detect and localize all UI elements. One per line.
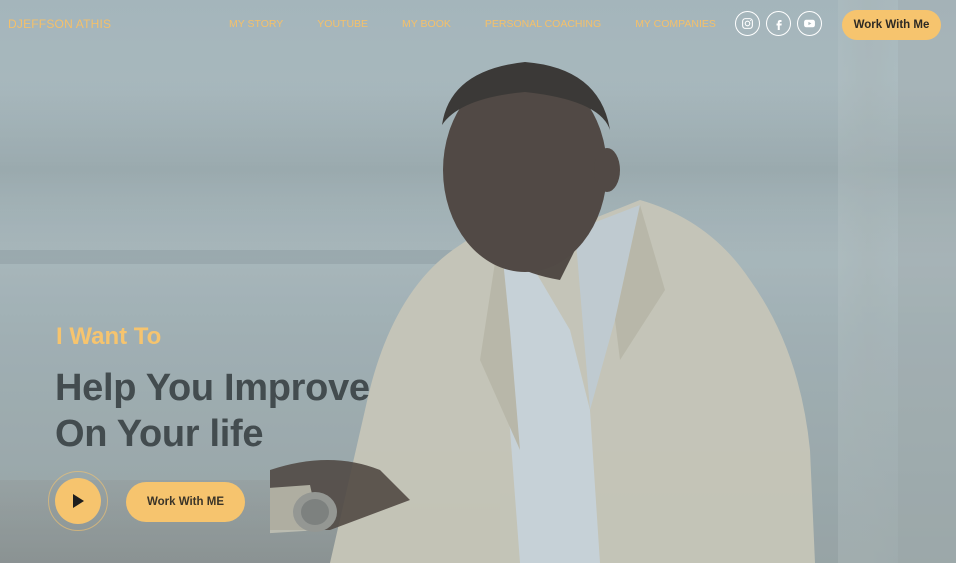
top-navigation: DJEFFSON ATHIS MY STORY YOUTUBE MY BOOK …: [0, 0, 956, 50]
hero-kicker: I Want To: [56, 323, 162, 350]
work-with-me-button[interactable]: Work With Me: [842, 10, 941, 40]
nav-item-my-companies[interactable]: MY COMPANIES: [635, 18, 716, 30]
nav-item-my-story[interactable]: MY STORY: [229, 18, 283, 30]
nav-item-personal-coaching[interactable]: PERSONAL COACHING: [485, 18, 601, 30]
play-icon: [73, 494, 84, 508]
social-links: [735, 11, 822, 36]
hero-headline: Help You Improve On Your life: [55, 365, 370, 457]
play-video-ring[interactable]: [48, 471, 108, 531]
hero-section: DJEFFSON ATHIS MY STORY YOUTUBE MY BOOK …: [0, 0, 956, 563]
color-overlay: [0, 0, 956, 563]
facebook-icon[interactable]: [766, 11, 791, 36]
youtube-icon[interactable]: [797, 11, 822, 36]
nav-item-my-book[interactable]: MY BOOK: [402, 18, 451, 30]
play-video-button[interactable]: [55, 478, 101, 524]
instagram-icon[interactable]: [735, 11, 760, 36]
nav-menu: MY STORY YOUTUBE MY BOOK PERSONAL COACHI…: [229, 18, 750, 30]
brand-logo-text[interactable]: DJEFFSON ATHIS: [8, 17, 111, 31]
hero-headline-line-2: On Your life: [55, 413, 264, 455]
nav-item-youtube[interactable]: YOUTUBE: [317, 18, 368, 30]
hero-headline-line-1: Help You Improve: [55, 367, 370, 409]
hero-work-with-me-button[interactable]: Work With ME: [126, 482, 245, 522]
